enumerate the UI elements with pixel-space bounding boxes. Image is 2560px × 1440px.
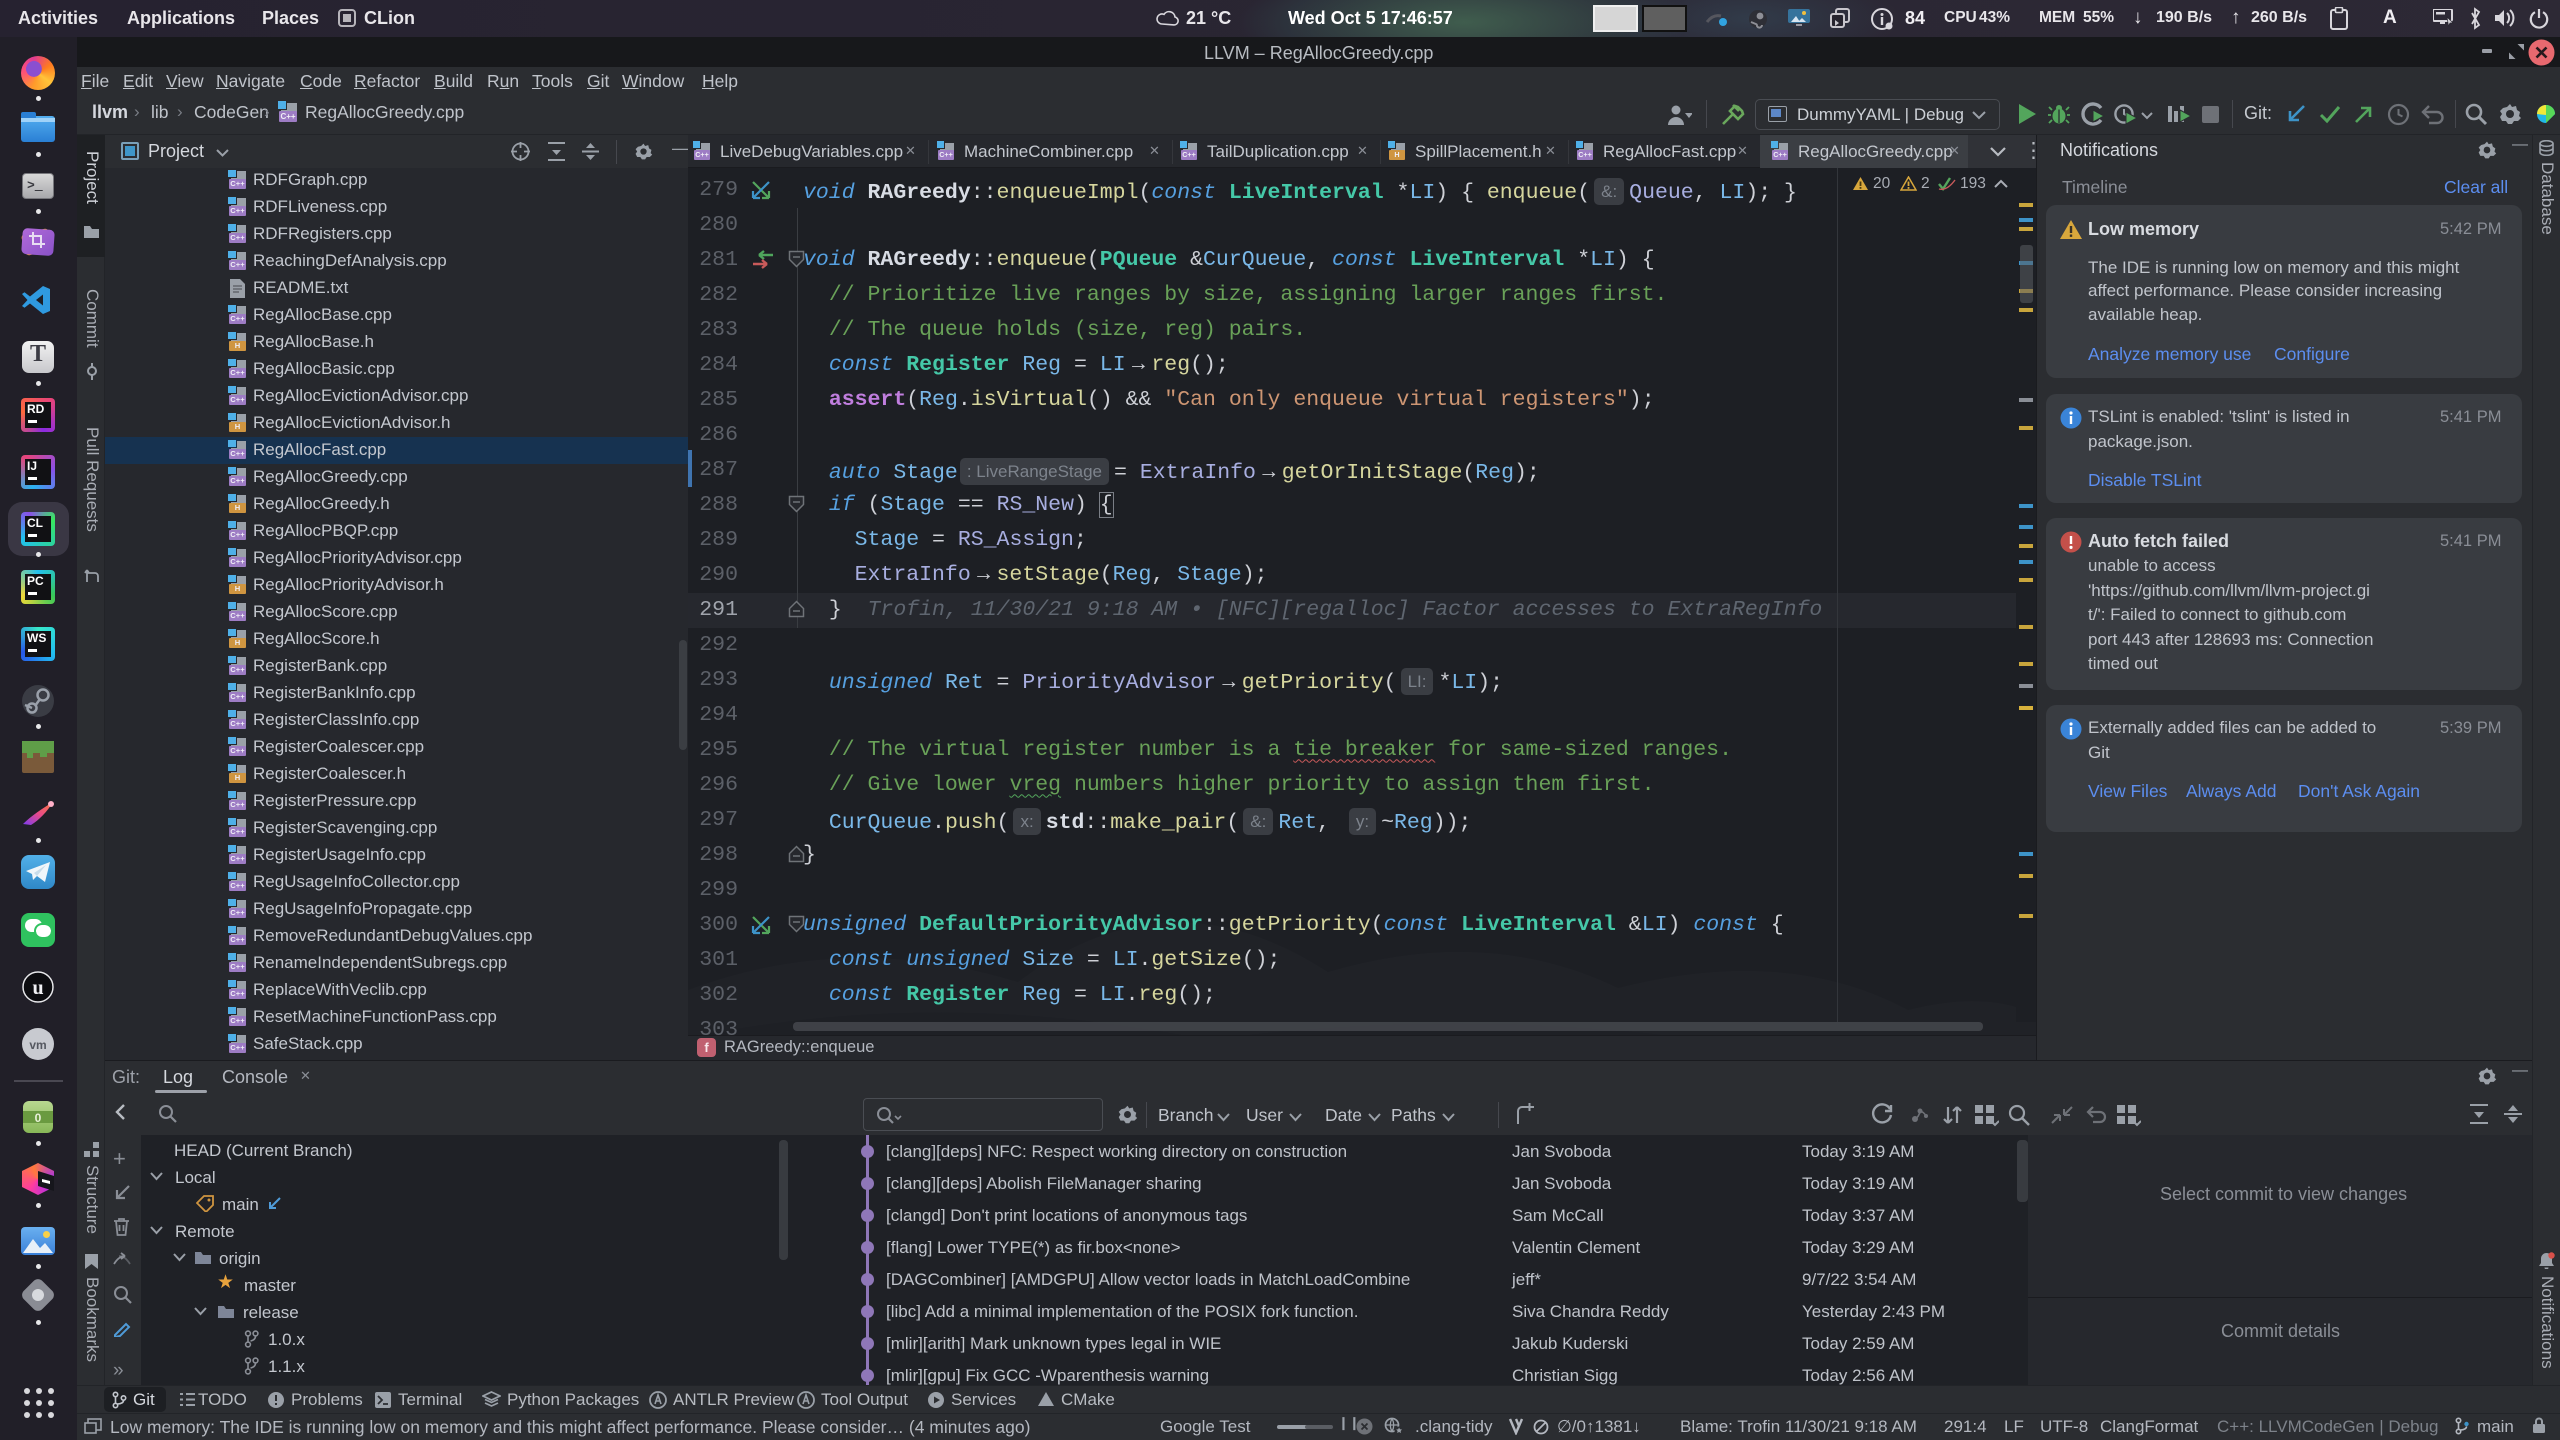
- svg-text:u: u: [32, 977, 43, 999]
- svg-text:vm: vm: [29, 1038, 46, 1052]
